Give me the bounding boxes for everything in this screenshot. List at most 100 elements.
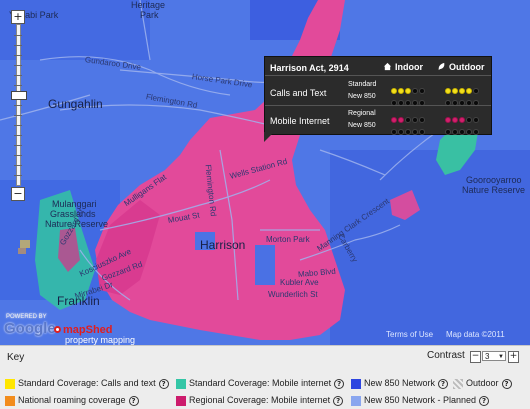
legend-swatch-new-850 <box>351 379 361 389</box>
legend-swatch-standard-internet <box>176 379 186 389</box>
zoom-control[interactable]: + − <box>11 10 27 201</box>
legend-label: Regional Coverage: Mobile internet <box>189 395 331 405</box>
zoom-in-button[interactable]: + <box>11 10 25 24</box>
road-morton-park: Morton Park <box>266 235 310 244</box>
coverage-popup: Harrison Act, 2914 Indoor Outdoor Calls … <box>264 56 492 135</box>
place-harrison: Harrison <box>200 238 246 252</box>
place-heritage: Heritage <box>131 0 166 10</box>
zoom-tick <box>14 105 22 106</box>
legend-item-new-850: New 850 Network? <box>364 378 449 389</box>
legend-label: Outdoor <box>466 378 499 388</box>
zoom-tick <box>14 85 22 86</box>
row-internet-sub2: New 850 <box>348 122 376 129</box>
legend-label: Standard Coverage: Calls and text <box>18 378 156 388</box>
indoor-header: Indoor <box>383 62 423 72</box>
road-wunderlich: Wunderlich St <box>268 290 318 299</box>
powered-by-label: POWERED BY <box>6 314 47 320</box>
mapshed-tagline: property mapping <box>65 335 136 345</box>
internet-indoor-850-dots <box>391 122 426 140</box>
contrast-label: Contrast <box>427 350 465 361</box>
legend-swatch-outdoor <box>453 379 463 389</box>
zoom-tick <box>14 75 22 76</box>
zoom-slider-track[interactable] <box>11 24 27 186</box>
legend-swatch-national-roaming <box>5 396 15 406</box>
zoom-out-button[interactable]: − <box>11 187 25 201</box>
place-gungahlin: Gungahlin <box>48 97 103 111</box>
signal-dot-empty <box>412 129 418 135</box>
legend-label: Standard Coverage: Mobile internet <box>189 378 332 388</box>
house-icon <box>383 62 392 71</box>
google-logo[interactable]: POWERED BY Google <box>4 314 56 337</box>
help-icon[interactable]: ? <box>438 379 449 389</box>
legend-label: New 850 Network <box>364 378 436 388</box>
legend-swatch-regional-internet <box>176 396 186 406</box>
legend-item-regional-internet: Regional Coverage: Mobile internet? <box>189 395 344 406</box>
help-icon[interactable]: ? <box>479 396 490 406</box>
zoom-slider-handle[interactable] <box>11 91 27 100</box>
legend-swatch-new-850-planned <box>351 396 361 406</box>
calls-outdoor-850-dots <box>445 93 480 111</box>
place-goorooyarroo-reserve: Nature Reserve <box>462 185 526 195</box>
mapshed-logo[interactable]: mapShed property mapping <box>54 325 135 345</box>
row-calls-sub2: New 850 <box>348 93 376 100</box>
contrast-select[interactable]: 3 ▼ <box>482 351 506 361</box>
row-internet-label: Mobile Internet <box>270 116 330 126</box>
zoom-tick <box>14 45 22 46</box>
legend-label: New 850 Network - Planned <box>364 395 477 405</box>
help-icon[interactable]: ? <box>501 379 512 389</box>
zoom-tick <box>14 175 22 176</box>
mapshed-pin-icon <box>54 326 61 333</box>
outdoor-header: Outdoor <box>437 62 485 72</box>
contrast-decrease-button[interactable]: − <box>470 351 481 363</box>
help-icon[interactable]: ? <box>334 379 345 389</box>
terms-of-use-link[interactable]: Terms of Use <box>386 330 433 339</box>
signal-dot-empty <box>419 129 425 135</box>
zoom-tick <box>14 65 22 66</box>
map-copyright: Map data ©2011 <box>446 330 505 339</box>
popup-divider <box>265 105 491 106</box>
help-icon[interactable]: ? <box>128 396 139 406</box>
zoom-tick <box>14 125 22 126</box>
coverage-map[interactable]: Yerrabi Park Heritage Park Gungahlin Mul… <box>0 0 530 345</box>
signal-dot-empty <box>445 129 451 135</box>
leaf-icon <box>438 62 445 71</box>
zoom-tick <box>14 35 22 36</box>
road-kubler: Kubler Ave <box>280 278 319 287</box>
legend-item-outdoor: Outdoor? <box>466 378 512 389</box>
legend-item-new-850-planned: New 850 Network - Planned? <box>364 395 490 406</box>
popup-pointer <box>264 132 274 142</box>
legend-item-standard-calls: Standard Coverage: Calls and text? <box>18 378 169 389</box>
zoom-tick <box>14 145 22 146</box>
legend-item-standard-internet: Standard Coverage: Mobile internet? <box>189 378 345 389</box>
place-mulanggari: Mulanggari <box>52 199 97 209</box>
internet-outdoor-850-dots <box>445 122 480 140</box>
signal-dot-empty <box>398 129 404 135</box>
signal-dot-empty <box>473 129 479 135</box>
zoom-tick <box>14 115 22 116</box>
signal-dot-empty <box>391 129 397 135</box>
row-calls-sub1: Standard <box>348 81 377 88</box>
legend-item-national-roaming: National roaming coverage? <box>18 395 139 406</box>
key-title: Key <box>7 352 25 363</box>
legend-label: National roaming coverage <box>18 395 126 405</box>
contrast-value: 3 <box>485 352 490 361</box>
zoom-tick <box>14 55 22 56</box>
zoom-tick <box>14 165 22 166</box>
signal-dot-empty <box>452 129 458 135</box>
key-panel: Key Contrast − 3 ▼ + Standard Coverage: C… <box>0 345 530 409</box>
help-icon[interactable]: ? <box>158 379 169 389</box>
signal-dot-empty <box>466 129 472 135</box>
row-internet-sub1: Regional <box>348 110 376 117</box>
help-icon[interactable]: ? <box>333 396 344 406</box>
contrast-increase-button[interactable]: + <box>508 351 519 363</box>
popup-divider <box>265 75 491 76</box>
zoom-tick <box>14 155 22 156</box>
place-heritage-park: Park <box>140 10 159 20</box>
google-logo-text: Google <box>4 320 56 337</box>
outdoor-label: Outdoor <box>449 62 485 72</box>
signal-dot-empty <box>459 129 465 135</box>
place-goorooyarroo: Goorooyarroo <box>466 175 522 185</box>
calls-indoor-850-dots <box>391 93 426 111</box>
zoom-tick <box>14 135 22 136</box>
row-calls-label: Calls and Text <box>270 88 327 98</box>
